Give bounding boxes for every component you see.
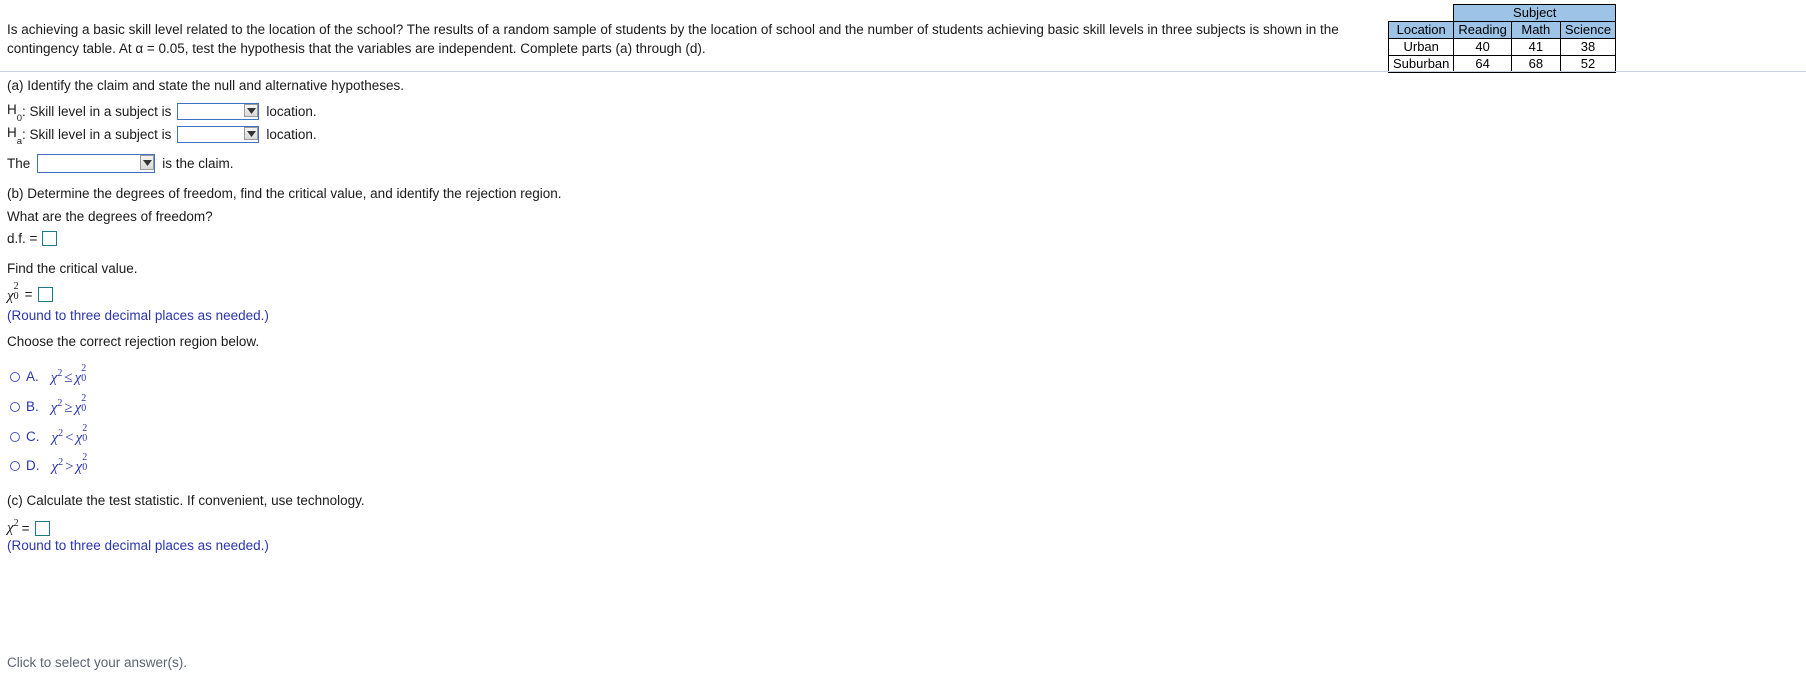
test-statistic-input[interactable] [34, 521, 50, 536]
table-cell-urban-math: 41 [1510, 38, 1561, 56]
critical-value-prompt: Find the critical value. [7, 261, 138, 276]
hypothesis-null-row: H0 : Skill level in a subject is locatio… [7, 102, 317, 124]
table-row-label-suburban: Suburban [1387, 55, 1455, 73]
table-row: Suburban 64 68 52 [1387, 55, 1617, 73]
claim-suffix: is the claim. [162, 156, 234, 171]
part-b-round-note: (Round to three decimal places as needed… [7, 308, 269, 323]
table-group-header-subject: Subject [1453, 4, 1617, 22]
radio-icon[interactable] [10, 460, 20, 471]
h0-label: H0 [7, 102, 23, 124]
df-label: d.f. = [7, 231, 38, 246]
claim-row: The is the claim. [7, 154, 234, 173]
table-col-location: Location [1387, 21, 1455, 39]
h0-text-after: location. [266, 103, 317, 119]
ha-text-after: location. [266, 126, 317, 142]
table-cell-suburban-reading: 64 [1453, 55, 1512, 73]
rejection-option-d[interactable]: D. χ2 > χ 2 0 [10, 452, 89, 476]
footer-instruction: Click to select your answer(s). [7, 655, 188, 670]
chevron-down-icon[interactable] [244, 126, 259, 141]
table-row: Urban 40 41 38 [1387, 38, 1617, 56]
hypothesis-alt-row: Ha : Skill level in a subject is locatio… [7, 125, 317, 147]
h0-text-before: : Skill level in a subject is [22, 103, 172, 119]
table-col-science: Science [1559, 21, 1617, 39]
radio-icon[interactable] [10, 401, 20, 412]
df-question: What are the degrees of freedom? [7, 209, 213, 224]
part-c-round-note: (Round to three decimal places as needed… [7, 538, 269, 553]
table-col-reading: Reading [1453, 21, 1512, 39]
option-b-formula: χ2 ≥ χ 2 0 [50, 393, 87, 416]
option-d-letter: D. [26, 458, 40, 473]
chi-critical-symbol: χ20 [7, 281, 19, 304]
part-c-prompt: (c) Calculate the test statistic. If con… [7, 493, 365, 508]
part-a-prompt: (a) Identify the claim and state the nul… [7, 78, 404, 93]
test-statistic-row: χ2 = [7, 518, 50, 537]
table-cell-suburban-science: 52 [1559, 55, 1617, 73]
option-a-formula: χ2 ≤ χ 2 0 [50, 363, 87, 386]
radio-icon[interactable] [10, 371, 20, 382]
radio-icon[interactable] [10, 431, 20, 442]
table-col-math: Math [1510, 21, 1561, 39]
contingency-table-wrapper: Subject Location Reading Math Science Ur… [1387, 4, 1617, 73]
table-row-label-urban: Urban [1387, 38, 1455, 56]
contingency-table: Subject Location Reading Math Science Ur… [1387, 4, 1617, 73]
critical-value-row: χ20 = [7, 281, 53, 305]
ha-dropdown[interactable] [177, 125, 260, 143]
chi-symbol: χ2 [7, 518, 19, 536]
claim-dropdown[interactable] [37, 154, 156, 173]
option-b-letter: B. [26, 399, 39, 414]
h0-dropdown[interactable] [177, 102, 260, 120]
rejection-option-b[interactable]: B. χ2 ≥ χ 2 0 [10, 393, 88, 417]
chi-critical-equals: = [24, 287, 33, 302]
table-group-header-row: Subject [1388, 4, 1617, 22]
rejection-option-a[interactable]: A. χ2 ≤ χ 2 0 [10, 363, 88, 387]
chi-equals: = [21, 521, 30, 536]
table-cell-urban-reading: 40 [1453, 38, 1512, 56]
option-c-formula: χ2 < χ 2 0 [51, 423, 88, 446]
option-d-formula: χ2 > χ 2 0 [51, 452, 88, 475]
answer-body: (a) Identify the claim and state the nul… [0, 72, 1806, 650]
chevron-down-icon[interactable] [244, 103, 259, 118]
choose-rejection-prompt: Choose the correct rejection region belo… [7, 334, 260, 349]
ha-text-before: : Skill level in a subject is [22, 126, 172, 142]
claim-prefix: The [7, 156, 31, 171]
part-b-prompt: (b) Determine the degrees of freedom, fi… [7, 186, 562, 201]
table-cell-suburban-math: 68 [1510, 55, 1561, 73]
chi-critical-input[interactable] [37, 287, 53, 302]
ha-label: Ha [7, 125, 23, 147]
rejection-option-c[interactable]: C. χ2 < χ 2 0 [10, 423, 89, 447]
df-input[interactable] [42, 231, 58, 246]
chevron-down-icon[interactable] [140, 155, 155, 170]
question-text: Is achieving a basic skill level related… [7, 22, 1339, 56]
option-c-letter: C. [26, 429, 40, 444]
table-corner-blank [1388, 4, 1454, 22]
table-cell-urban-science: 38 [1559, 38, 1617, 56]
table-column-header-row: Location Reading Math Science [1387, 21, 1617, 39]
df-answer-row: d.f. = [7, 231, 58, 246]
question-block: Is achieving a basic skill level related… [0, 0, 1806, 73]
option-a-letter: A. [26, 369, 39, 384]
